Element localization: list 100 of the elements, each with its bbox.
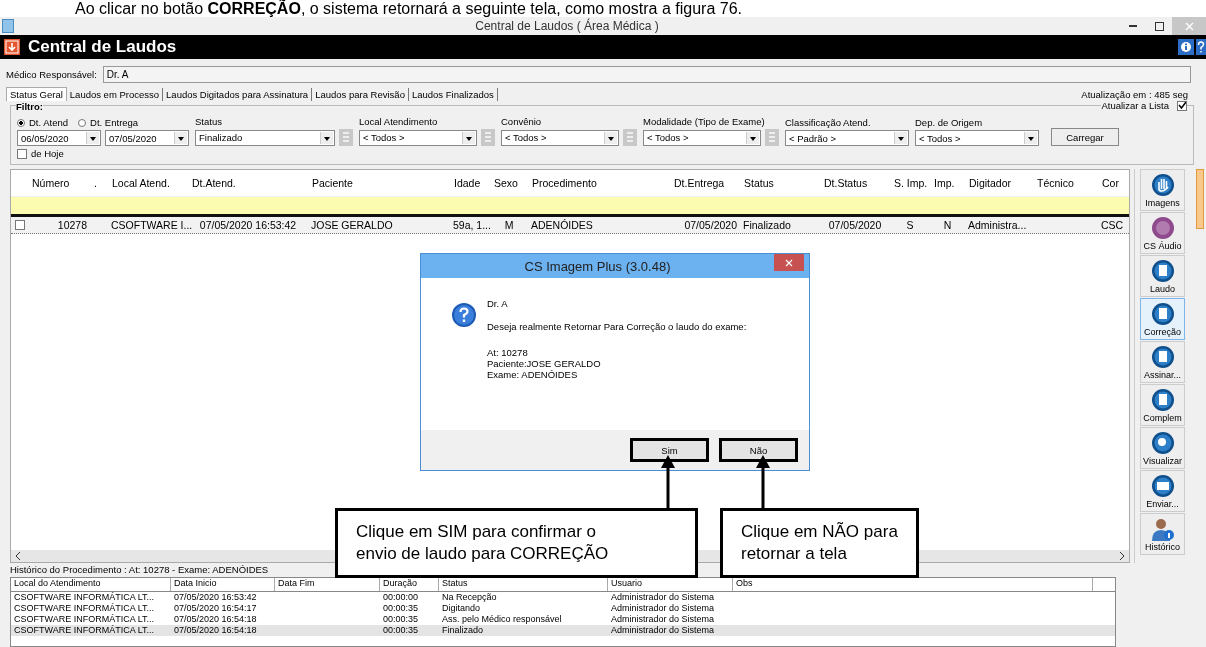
filter-label: Modalidade (Tipo de Exame) xyxy=(643,116,766,127)
doctor-field[interactable]: Dr. A xyxy=(102,65,1191,83)
sidebar-button[interactable]: Assinar... xyxy=(1140,341,1185,383)
filter-row[interactable] xyxy=(11,197,1129,217)
column-header[interactable]: Imp. xyxy=(930,177,965,189)
column-header[interactable]: Local do Atendimento xyxy=(11,578,171,591)
dialog-message: Deseja realmente Retornar Para Correção o laudo do exame: xyxy=(487,321,747,332)
refresh-info: Atualização em : 485 seg xyxy=(1081,88,1188,100)
table-cell: Administra... xyxy=(968,219,1027,231)
history-row[interactable]: CSOFTWARE INFORMÁTICA LT... 07/05/2020 16:53:42 00:00:00 Na Recepção Administrador do Sistema xyxy=(11,592,1115,603)
filter-dropdown[interactable]: < Padrão > xyxy=(785,130,909,146)
side-panel-edge xyxy=(1196,169,1204,229)
document-icon xyxy=(1150,301,1175,326)
column-header[interactable]: Local Atend. xyxy=(108,177,188,189)
column-header[interactable]: Procedimento xyxy=(528,177,670,189)
load-button[interactable]: Carregar xyxy=(1051,128,1119,146)
hand-icon xyxy=(1150,172,1175,197)
callout-text: Clique em NÃO para retornar a tela xyxy=(720,508,919,578)
document-icon xyxy=(1150,258,1175,283)
sidebar-button[interactable]: Enviar... xyxy=(1140,470,1185,512)
sidebar-button[interactable]: Histórico xyxy=(1140,513,1185,555)
caption-text: Ao clicar no botão CORREÇÃO, o sistema retornará a seguinte tela, como mostra a figura 76. xyxy=(74,0,743,17)
dialog-button[interactable]: Sim xyxy=(630,438,709,462)
column-header[interactable]: Paciente xyxy=(308,177,450,189)
tab[interactable]: Laudos para Revisão xyxy=(312,87,409,101)
auto-refresh-label: Atualizar a Lista xyxy=(1101,100,1169,111)
filter-dropdown[interactable]: < Todos > xyxy=(643,129,761,146)
column-header[interactable]: Status xyxy=(740,177,820,189)
sidebar-button[interactable]: Visualizar xyxy=(1140,427,1185,469)
column-header[interactable]: Número xyxy=(28,177,90,189)
today-checkbox[interactable]: de Hoje xyxy=(17,148,64,159)
auto-refresh-checkbox[interactable] xyxy=(1177,100,1187,111)
tab[interactable]: Laudos Digitados para Assinatura xyxy=(163,87,313,101)
cs-logo-icon xyxy=(1150,215,1175,240)
filter-label: Convênio xyxy=(501,116,543,127)
sidebar-button[interactable]: Laudo xyxy=(1140,255,1185,297)
sidebar-button[interactable]: Imagens xyxy=(1140,169,1185,211)
column-header[interactable]: Cor xyxy=(1098,177,1121,189)
help-icon[interactable] xyxy=(1196,39,1206,55)
column-header[interactable]: Técnico xyxy=(1033,177,1098,189)
magnifier-icon xyxy=(1150,430,1175,455)
info-icon[interactable] xyxy=(1178,39,1194,55)
column-header[interactable]: Data Inicio xyxy=(171,578,275,591)
dialog-title: CS Imagem Plus (3.0.48) xyxy=(524,258,671,274)
filter-dropdown[interactable]: < Todos > xyxy=(501,129,619,146)
tab[interactable]: Status Geral xyxy=(6,87,67,101)
history-row[interactable]: CSOFTWARE INFORMÁTICA LT... 07/05/2020 16:54:17 00:00:35 Digitando Administrador do Sistema xyxy=(11,603,1115,614)
question-icon xyxy=(451,302,477,328)
tab[interactable]: Laudos em Processo xyxy=(66,87,164,101)
arrow xyxy=(756,455,770,510)
filter-dropdown[interactable]: Finalizado xyxy=(195,129,335,146)
table-cell: ADENÓIDES xyxy=(531,219,593,231)
sidebar-button[interactable]: Correção xyxy=(1140,298,1185,340)
column-header[interactable]: Digitador xyxy=(965,177,1033,189)
close-icon xyxy=(785,258,793,267)
filter-dropdown[interactable]: < Todos > xyxy=(915,130,1039,146)
column-header[interactable]: S. Imp. xyxy=(890,177,930,189)
date-mode-radio[interactable]: Dt. Atend xyxy=(17,117,69,128)
table-cell: 07/05/2020 xyxy=(684,219,737,231)
app-icon xyxy=(2,19,14,33)
date-from-field[interactable]: 06/05/2020 xyxy=(17,130,101,146)
table-cell: CSOFTWARE I... xyxy=(111,219,193,231)
table-cell: 07/05/2020 16:53:42 xyxy=(199,219,297,231)
dialog-button[interactable]: Não xyxy=(719,438,798,462)
filter-dropdown[interactable]: < Todos > xyxy=(359,129,477,146)
tab[interactable]: Laudos Finalizados xyxy=(408,87,498,101)
table-cell: Finalizado xyxy=(743,219,791,231)
filter-label: Dep. de Origem xyxy=(915,117,984,128)
table-cell: JOSE GERALDO xyxy=(311,219,393,231)
column-header[interactable]: Dt.Atend. xyxy=(188,177,308,189)
person-info-icon xyxy=(1150,516,1175,541)
history-row[interactable]: CSOFTWARE INFORMÁTICA LT... 07/05/2020 16:54:18 00:00:35 Ass. pelo Médico responsável Administrador do Sistema xyxy=(11,614,1115,625)
scroll-right-icon[interactable] xyxy=(1119,552,1125,560)
table-cell: M xyxy=(504,219,514,231)
column-header[interactable]: Dt.Entrega xyxy=(670,177,740,189)
row-checkbox[interactable] xyxy=(14,220,25,230)
scroll-left-icon[interactable] xyxy=(15,552,21,560)
table-cell: 59a, 1... xyxy=(453,219,491,231)
filter-label: Classificação Atend. xyxy=(785,117,872,128)
table-cell: S xyxy=(906,219,914,231)
download-icon xyxy=(4,39,20,55)
close-button[interactable] xyxy=(774,254,804,271)
table-cell: 07/05/2020 xyxy=(828,219,882,231)
window-title: Central de Laudos ( Área Médica ) xyxy=(474,19,660,33)
sidebar-button[interactable]: Complem xyxy=(1140,384,1185,426)
history-row[interactable]: CSOFTWARE INFORMÁTICA LT... 07/05/2020 16:54:18 00:00:35 Finalizado Administrador do Sistema xyxy=(11,625,1115,636)
date-to-field[interactable]: 07/05/2020 xyxy=(105,130,189,146)
filter-label: Status xyxy=(195,116,223,127)
column-header[interactable]: Dt.Status xyxy=(820,177,890,189)
table-cell: N xyxy=(943,219,952,231)
column-header[interactable]: . xyxy=(90,177,108,189)
column-header[interactable]: Idade xyxy=(450,177,490,189)
envelope-icon xyxy=(1150,473,1175,498)
column-header[interactable]: Sexo xyxy=(490,177,528,189)
dialog-detail: At: 10278 xyxy=(487,347,529,358)
document-icon xyxy=(1150,344,1175,369)
sidebar-button[interactable]: CS Áudio xyxy=(1140,212,1185,254)
filter-label: Local Atendimento xyxy=(359,116,439,127)
arrow xyxy=(661,455,675,510)
date-mode-radio[interactable]: Dt. Entrega xyxy=(78,117,139,128)
